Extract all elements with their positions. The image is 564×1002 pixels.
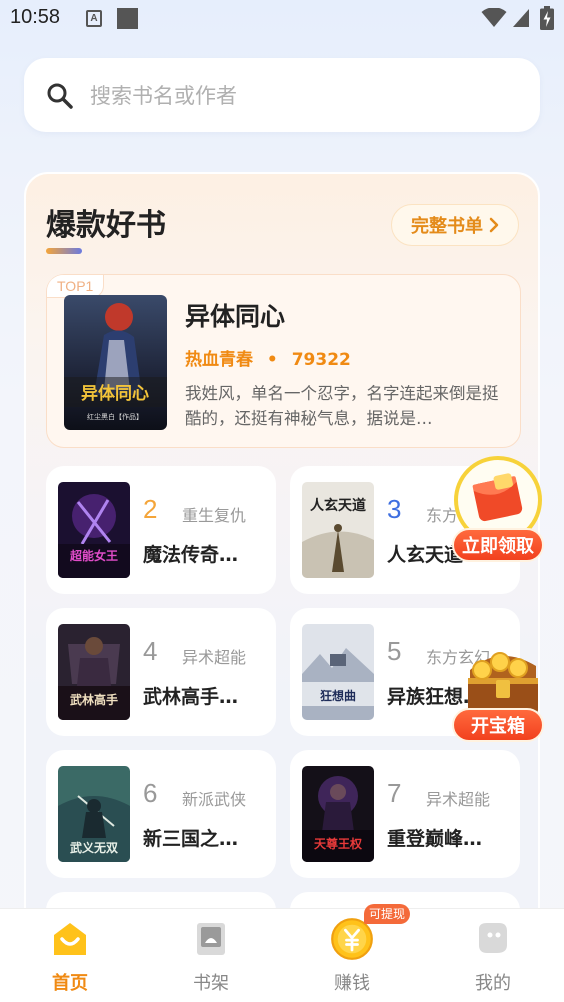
open-chest-label: 开宝箱 <box>452 708 544 742</box>
cover-title-text: 人玄天道 <box>310 497 366 514</box>
book-genre: 新派武侠 <box>182 790 247 809</box>
withdrawable-badge: 可提现 <box>364 904 411 924</box>
book-cover: 人玄天道 <box>302 482 374 578</box>
search-input[interactable] <box>90 78 490 114</box>
cellular-signal-icon <box>513 9 529 27</box>
book-card[interactable]: 武林高手 4 异术超能 武林高手… <box>46 608 276 736</box>
book-rank: 6 <box>143 778 158 808</box>
book-rank: 2 <box>143 494 158 524</box>
nav-label: 书架 <box>193 973 229 994</box>
cover-title-text: 武林高手 <box>70 692 118 707</box>
book-rank: 3 <box>387 494 402 524</box>
cover-title-text: 超能女王 <box>69 548 118 563</box>
full-list-button[interactable]: 完整书单 <box>391 204 519 246</box>
nav-label: 赚钱 <box>334 973 370 994</box>
search-icon <box>47 83 73 109</box>
book-description: 我姓风，单名一个忍字，名字连起来倒是挺酷的，还挺有神秘气息，据说是… <box>185 384 499 428</box>
status-bar: 10:58 A <box>0 0 564 38</box>
full-list-label: 完整书单 <box>411 216 483 237</box>
book-rank: 5 <box>387 636 402 666</box>
book-rank: 7 <box>387 778 402 808</box>
section-title: 爆款好书 <box>46 208 166 243</box>
book-rank: 4 <box>143 636 158 666</box>
treasure-chest-float-button[interactable]: 开宝箱 <box>452 640 548 746</box>
nav-label: 首页 <box>52 973 88 994</box>
nav-bookshelf[interactable]: 书架 <box>161 909 261 1002</box>
search-bar[interactable] <box>24 58 540 132</box>
book-genre: 异术超能 <box>426 790 491 809</box>
home-icon <box>54 923 86 955</box>
book-genre: 重生复仇 <box>182 506 247 525</box>
book-meta: 热血青春 • 79322 <box>185 345 351 370</box>
chevron-right-icon <box>489 217 499 233</box>
book-cover: 武义无双 <box>58 766 130 862</box>
book-cover: 超能女王 <box>58 482 130 578</box>
book-count: 79322 <box>291 350 351 370</box>
book-title: 武林高手… <box>143 686 239 708</box>
book-cover: 武林高手 <box>58 624 130 720</box>
book-genre: 热血青春 <box>185 350 253 370</box>
cover-title-text: 武义无双 <box>70 840 118 855</box>
book-cover: 天尊王权 <box>302 766 374 862</box>
nav-label: 我的 <box>475 973 511 994</box>
profile-icon <box>479 923 507 953</box>
claim-now-label: 立即领取 <box>452 528 544 562</box>
nav-profile[interactable]: 我的 <box>443 909 543 1002</box>
meta-separator: • <box>266 350 278 370</box>
notification-square-icon <box>117 8 138 29</box>
book-genre: 异术超能 <box>182 648 247 667</box>
book-title: 新三国之… <box>143 828 239 850</box>
battery-charging-icon <box>540 6 554 30</box>
redpacket-float-button[interactable]: 立即领取 <box>452 456 546 564</box>
book-card[interactable]: 天尊王权 7 异术超能 重登巅峰… <box>290 750 520 878</box>
book-card[interactable]: 武义无双 6 新派武侠 新三国之… <box>46 750 276 878</box>
cover-author-text: 红尘黑白【作品】 <box>87 412 143 421</box>
book-cover: 狂想曲 <box>302 624 374 720</box>
book-title: 重登巅峰… <box>387 828 483 850</box>
book-icon <box>197 923 225 955</box>
top1-book-card[interactable]: TOP1 异体同心 红尘黑白【作品】 异体同心 热血青春 • 79322 我姓风… <box>46 274 521 448</box>
cover-title-text: 天尊王权 <box>314 836 363 851</box>
status-time: 10:58 <box>10 6 61 28</box>
nav-earn[interactable]: 可提现 赚钱 <box>302 904 411 1002</box>
notification-a-icon: A <box>86 10 102 27</box>
book-card[interactable]: 超能女王 2 重生复仇 魔法传奇… <box>46 466 276 594</box>
cover-title-text: 狂想曲 <box>320 688 356 703</box>
title-underline <box>46 248 82 254</box>
book-title: 魔法传奇… <box>143 544 239 566</box>
book-cover: 异体同心 红尘黑白【作品】 <box>64 295 167 430</box>
nav-home[interactable]: 首页 <box>20 909 120 1002</box>
book-title: 异体同心 <box>185 302 286 331</box>
cover-title-text: 异体同心 <box>81 383 149 404</box>
wifi-icon <box>481 8 507 27</box>
bottom-navigation: 首页 书架 可提现 赚钱 我的 <box>0 904 564 1002</box>
